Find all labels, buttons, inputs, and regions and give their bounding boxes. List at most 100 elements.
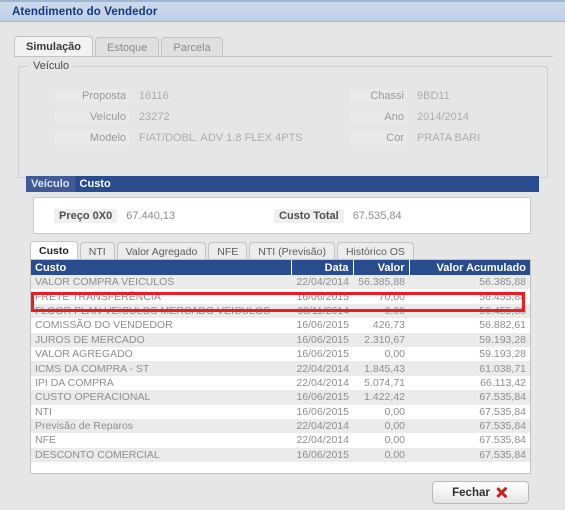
outer-tab-bar: Simulação Estoque Parcela	[14, 36, 225, 57]
field-veiculo-label: Veículo	[55, 110, 129, 124]
cost-table-body: VALOR COMPRA VEICULOS 22/04/2014 56.385,88…	[31, 275, 530, 463]
field-chassi-value: 9BD11	[417, 90, 450, 102]
cell-custo: NFE	[31, 433, 291, 448]
column-header-data[interactable]: Data	[291, 260, 354, 275]
cell-data: 22/04/2014	[291, 375, 353, 391]
table-row[interactable]: FRETE TRANSFERÊNCIA 16/06/2015 70,00 56.455…	[31, 289, 530, 304]
cell-valor: 5.074,71	[353, 375, 409, 391]
cost-table-container[interactable]: Custo Data Valor Valor Acumulado VALOR C…	[30, 259, 531, 474]
cell-data: 16/06/2015	[291, 332, 353, 347]
table-row[interactable]: ICMS DA COMPRA - ST 22/04/2014 1.845,43 61.…	[31, 361, 530, 376]
cell-data: 16/06/2015	[291, 390, 353, 405]
section-tab-veiculo[interactable]: Veículo	[26, 176, 75, 192]
price-0x0-value: 67.440,13	[126, 210, 176, 222]
column-header-custo[interactable]: Custo	[31, 260, 292, 275]
cell-acumulado: 67.535,84	[409, 418, 530, 434]
cell-acumulado: 67.535,84	[409, 404, 530, 419]
cell-custo: IPI DA COMPRA	[31, 375, 291, 391]
field-ano-label: Ano	[349, 110, 407, 124]
cell-data: 16/06/2015	[291, 404, 353, 419]
field-modelo: Modelo FIAT/DOBL. ADV 1.8 FLEX 4PTS	[55, 131, 303, 145]
cell-acumulado: 61.038,71	[409, 361, 530, 376]
vehicle-fieldset-legend: Veículo	[29, 60, 74, 72]
table-row[interactable]: IPI DA COMPRA 22/04/2014 5.074,71 66.113,42	[31, 375, 530, 391]
cell-data: 22/04/2014	[291, 275, 353, 290]
total-cost-value: 67.535,84	[352, 210, 402, 222]
cell-valor: 0,00	[353, 303, 409, 319]
cell-data: 16/06/2015	[291, 346, 353, 362]
tab-nti-previsao[interactable]: NTI (Previsão)	[249, 242, 335, 260]
table-row[interactable]: NTI 16/06/2015 0,00 67.535,84	[31, 404, 530, 419]
price-0x0-row: Preço 0X0 67.440,13	[54, 209, 175, 223]
tab-nti[interactable]: NTI	[79, 242, 115, 260]
cell-data: 08/11/2014	[291, 303, 353, 319]
cell-custo: Previsão de Reparos	[31, 418, 291, 434]
table-row[interactable]: NFE 22/04/2014 0,00 67.535,84	[31, 433, 530, 448]
total-cost-row: Custo Total 67.535,84	[274, 209, 402, 223]
table-row[interactable]: FLOOR PLAN VEICULOS MERCADO VEICULOS 08/1…	[31, 303, 530, 319]
cell-valor: 70,00	[353, 289, 409, 304]
section-tab-custo[interactable]: Custo	[74, 176, 116, 192]
cell-custo: CUSTO OPERACIONAL	[31, 390, 291, 405]
total-cost-label: Custo Total	[274, 209, 344, 223]
column-header-valor[interactable]: Valor	[353, 260, 410, 275]
tab-estoque[interactable]: Estoque	[95, 37, 160, 57]
cell-data: 22/04/2014	[291, 433, 353, 448]
section-tab-bar: Veículo Custo	[26, 176, 539, 192]
cell-acumulado: 56.455,88	[409, 303, 530, 319]
cell-acumulado: 66.113,42	[409, 375, 530, 391]
cell-valor: 0,00	[353, 418, 409, 434]
field-proposta-value: 16116	[139, 90, 169, 102]
cell-valor: 0,00	[353, 447, 409, 463]
cell-valor: 0,00	[353, 404, 409, 419]
tab-custo[interactable]: Custo	[30, 241, 78, 260]
cell-valor: 0,00	[353, 346, 409, 362]
price-0x0-label: Preço 0X0	[54, 209, 118, 223]
cell-acumulado: 56.385,88	[409, 275, 530, 290]
tab-historico-os[interactable]: Histórico OS	[336, 242, 414, 260]
vehicle-fieldset: Veículo Proposta 16116 Veículo 23272 Mod…	[18, 60, 548, 178]
cell-custo: JUROS DE MERCADO	[31, 332, 291, 347]
table-row[interactable]: JUROS DE MERCADO 16/06/2015 2.310,67 59.193…	[31, 332, 530, 347]
table-row[interactable]: VALOR AGREGADO 16/06/2015 0,00 59.193,28	[31, 346, 530, 362]
field-modelo-label: Modelo	[55, 131, 129, 145]
cell-data: 16/06/2015	[291, 318, 353, 333]
window-titlebar: Atendimento do Vendedor	[0, 0, 565, 22]
field-ano-value: 2014/2014	[417, 111, 469, 123]
cell-acumulado: 59.193,28	[409, 332, 530, 347]
column-header-valor-acumulado[interactable]: Valor Acumulado	[409, 260, 530, 275]
red-x-icon	[496, 486, 509, 499]
close-button[interactable]: Fechar	[432, 481, 529, 504]
cell-custo: COMISSÃO DO VENDEDOR	[31, 318, 291, 333]
cell-valor: 2.310,67	[353, 332, 409, 347]
tab-simulacao[interactable]: Simulação	[14, 36, 94, 57]
cell-acumulado: 67.535,84	[409, 447, 530, 463]
cell-custo: ICMS DA COMPRA - ST	[31, 361, 291, 376]
price-summary-panel: Preço 0X0 67.440,13 Custo Total 67.535,8…	[33, 197, 531, 234]
field-cor-value: PRATA BARI	[417, 132, 481, 144]
application-window: Atendimento do Vendedor Simulação Estoqu…	[0, 0, 565, 510]
cell-valor: 426,73	[353, 318, 409, 333]
tab-parcela[interactable]: Parcela	[161, 37, 223, 57]
tab-valor-agregado[interactable]: Valor Agregado	[116, 242, 207, 260]
table-row[interactable]: DESCONTO COMERCIAL 16/06/2015 0,00 67.535,8…	[31, 447, 530, 463]
table-row[interactable]: VALOR COMPRA VEICULOS 22/04/2014 56.385,88…	[31, 275, 530, 290]
tab-nfe[interactable]: NFE	[208, 242, 248, 260]
cell-acumulado: 67.535,84	[409, 390, 530, 405]
cell-data: 16/06/2015	[291, 289, 353, 304]
field-proposta-label: Proposta	[55, 89, 129, 103]
cell-custo: FLOOR PLAN VEICULOS MERCADO VEICULOS	[31, 303, 291, 319]
cell-custo: VALOR COMPRA VEICULOS	[31, 275, 291, 290]
table-row[interactable]: Previsão de Reparos 22/04/2014 0,00 67.535,…	[31, 418, 530, 434]
field-cor: Cor PRATA BARI	[349, 131, 480, 145]
table-row[interactable]: CUSTO OPERACIONAL 16/06/2015 1.422,42 67.53…	[31, 390, 530, 405]
cell-valor: 1.845,43	[353, 361, 409, 376]
cell-data: 22/04/2014	[291, 418, 353, 434]
table-row[interactable]: COMISSÃO DO VENDEDOR 16/06/2015 426,73 56.8…	[31, 318, 530, 333]
cost-table: Custo Data Valor Valor Acumulado VALOR C…	[31, 260, 530, 463]
field-cor-label: Cor	[349, 131, 407, 145]
inner-tab-bar: Custo NTI Valor Agregado NFE NTI (Previs…	[30, 241, 416, 260]
cell-custo: FRETE TRANSFERÊNCIA	[31, 289, 291, 304]
field-proposta: Proposta 16116	[55, 89, 169, 103]
field-chassi: Chassi 9BD11	[349, 89, 450, 103]
